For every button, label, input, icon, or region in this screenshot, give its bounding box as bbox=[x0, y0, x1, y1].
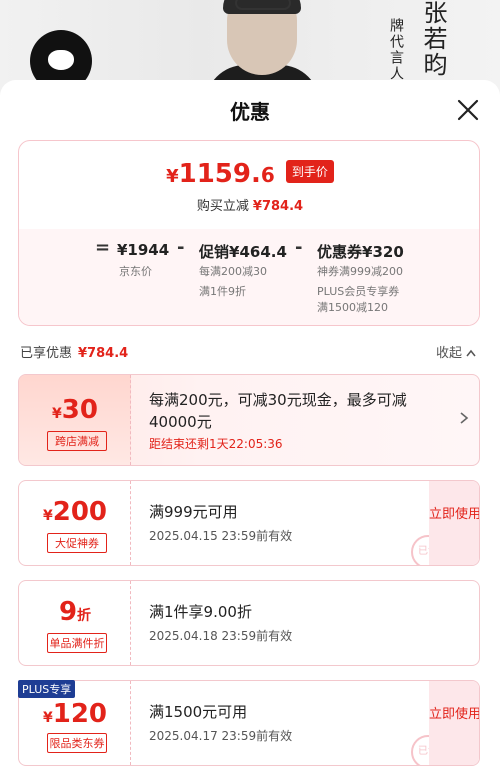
promo-line-1: 每满200减30 bbox=[199, 265, 267, 278]
coupon-total: 优惠券¥320 bbox=[317, 243, 404, 261]
use-now-button[interactable]: 立即使用 bbox=[429, 681, 479, 765]
coupon-line-2: PLUS会员专享券 bbox=[317, 285, 400, 298]
coupon-desc: 每满200元，可减30元现金，最多可减 bbox=[149, 391, 407, 409]
coupon-desc: 满1件享9.00折 bbox=[149, 603, 252, 621]
chevron-up-icon bbox=[466, 349, 476, 357]
minus-sign: - bbox=[177, 237, 185, 258]
close-icon[interactable] bbox=[456, 98, 480, 122]
coupon-value: 9折 bbox=[58, 597, 92, 627]
coupon-desc-2: 40000元 bbox=[149, 413, 212, 431]
endorser-role: 牌代言人 bbox=[388, 18, 404, 82]
enjoyed-discount: 已享优惠 ¥784.4 bbox=[20, 346, 129, 361]
coupon-value: ¥120 bbox=[42, 699, 108, 729]
chevron-right-icon[interactable] bbox=[457, 411, 471, 425]
plus-exclusive-badge: PLUS专享 bbox=[18, 680, 76, 698]
coupon-tag: 大促神券 bbox=[47, 533, 107, 553]
collapse-button[interactable]: 收起 bbox=[436, 342, 476, 361]
coupon-line-1: 神券满999减200 bbox=[317, 265, 403, 278]
final-price-tag: 到手价 bbox=[285, 160, 334, 183]
save-line: 购买立减 ¥784.4 bbox=[196, 199, 304, 214]
coupon-tag: 跨店满减 bbox=[47, 431, 107, 451]
price-summary-card: ¥1159.6 到手价 购买立减 ¥784.4 = ¥1944 京东价 - 促销¥… bbox=[18, 140, 480, 326]
coupon-tag: 单品满件折 bbox=[47, 633, 107, 653]
coupon-line-3: 满1500减120 bbox=[317, 301, 388, 314]
coupon-expiry: 2025.04.17 23:59前有效 bbox=[149, 729, 293, 743]
coupon-value: ¥30 bbox=[52, 395, 98, 425]
minus-sign: - bbox=[295, 237, 303, 258]
use-now-button[interactable]: 立即使用 bbox=[429, 481, 479, 565]
coupon-value: ¥200 bbox=[42, 497, 108, 527]
base-price-value: ¥1944 bbox=[117, 241, 170, 259]
coupon-card-cross-store[interactable]: ¥30 跨店满减 每满200元，可减30元现金，最多可减 40000元 距结束还… bbox=[18, 374, 480, 466]
base-price-label: 京东价 bbox=[119, 265, 152, 278]
sheet-title: 优惠 bbox=[230, 100, 270, 124]
coupon-countdown: 距结束还剩1天22:05:36 bbox=[149, 437, 283, 451]
coupon-card-promo: ¥200 大促神券 满999元可用 2025.04.15 23:59前有效 已领… bbox=[18, 480, 480, 566]
coupon-tag: 限品类东券 bbox=[47, 733, 107, 753]
coupon-expiry: 2025.04.15 23:59前有效 bbox=[149, 529, 293, 543]
promo-total: 促销¥464.4 bbox=[199, 243, 287, 261]
equals-sign: = bbox=[95, 237, 111, 258]
coupon-expiry: 2025.04.18 23:59前有效 bbox=[149, 629, 293, 643]
coupon-desc: 满1500元可用 bbox=[149, 703, 248, 721]
coupon-desc: 满999元可用 bbox=[149, 503, 238, 521]
promo-line-2: 满1件9折 bbox=[199, 285, 246, 298]
coupon-card-discount: 9折 单品满件折 满1件享9.00折 2025.04.18 23:59前有效 bbox=[18, 580, 480, 666]
coupon-card-plus: ¥120 限品类东券 满1500元可用 2025.04.17 23:59前有效 … bbox=[18, 680, 480, 766]
endorser-name: 张若昀 bbox=[419, 0, 447, 78]
final-price: ¥1159.6 到手价 bbox=[19, 159, 479, 189]
